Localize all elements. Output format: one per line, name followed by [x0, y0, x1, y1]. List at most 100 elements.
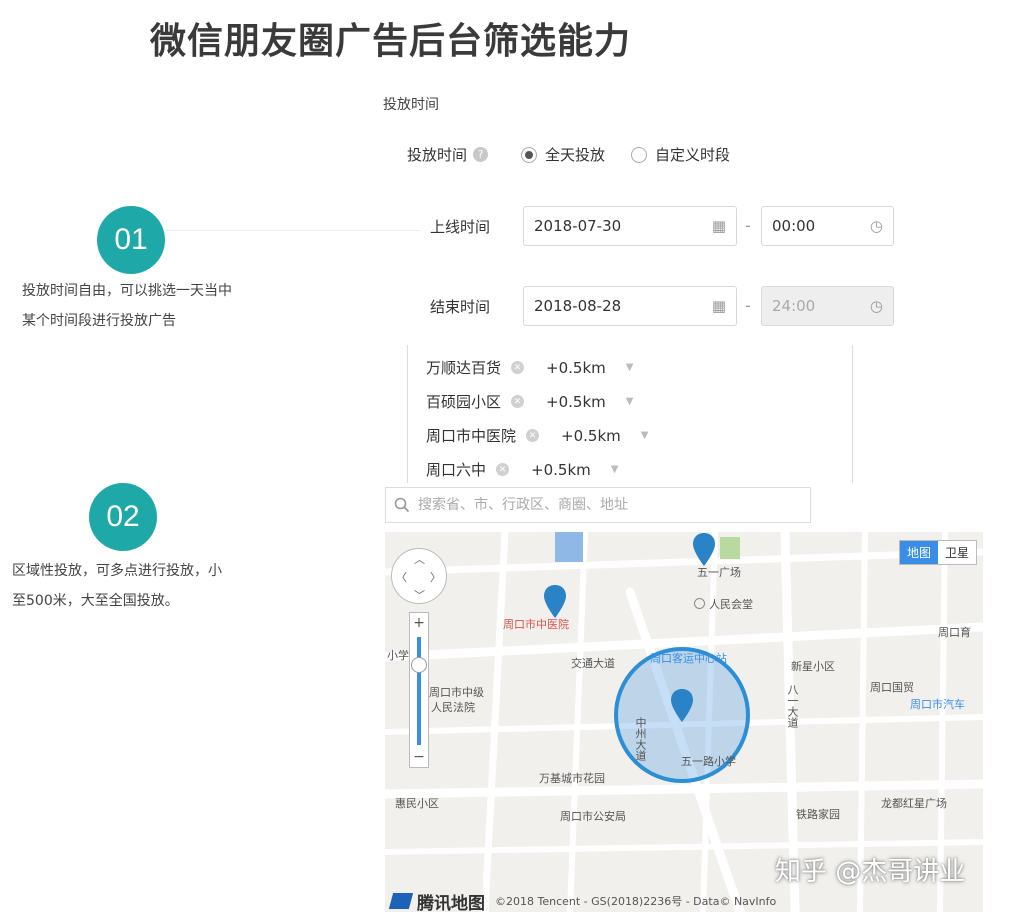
- location-radius: +0.5km: [546, 358, 606, 377]
- radio-unchecked-icon: [631, 146, 648, 163]
- start-time-input[interactable]: 00:00 ◷: [761, 206, 894, 246]
- pan-control[interactable]: ︿ 〈 〉 ﹀: [391, 548, 447, 604]
- start-date-input[interactable]: 2018-07-30 ▦: [523, 206, 737, 246]
- range-separator: -: [745, 296, 751, 315]
- end-date-input[interactable]: 2018-08-28 ▦: [523, 286, 737, 326]
- step-02-badge: 02: [89, 483, 157, 551]
- clear-icon[interactable]: ✕: [511, 395, 525, 408]
- radio-checked-icon: [521, 146, 538, 163]
- page-title: 微信朋友圈广告后台筛选能力: [150, 21, 632, 62]
- map-brand: 腾讯地图: [417, 893, 485, 912]
- map-type-toggle: 地图 卫星: [898, 540, 977, 565]
- map-type-map[interactable]: 地图: [899, 541, 938, 564]
- zoom-track[interactable]: [417, 637, 421, 745]
- step-02-desc-line2: 至500米，大至全国投放。: [12, 593, 179, 609]
- chevron-down-icon[interactable]: ▼: [641, 430, 649, 441]
- search-icon: [394, 497, 410, 513]
- end-date-value: 2018-08-28: [534, 297, 622, 315]
- step-01-desc-line1: 投放时间自由，可以挑选一天当中: [22, 283, 232, 299]
- radio-custom[interactable]: 自定义时段: [631, 144, 730, 165]
- chevron-down-icon[interactable]: ▼: [626, 396, 634, 407]
- calendar-icon: ▦: [711, 297, 726, 315]
- section-label: 投放时间: [383, 97, 439, 113]
- help-icon[interactable]: ?: [473, 147, 489, 162]
- poi-label[interactable]: 万基城市花园: [539, 770, 605, 786]
- location-list: 万顺达百货 ✕ +0.5km ▼ 百硕园小区 ✕ +0.5km ▼ 周口市中医院…: [407, 345, 853, 483]
- map-search-input[interactable]: [418, 497, 798, 513]
- location-radius: +0.5km: [546, 392, 606, 411]
- location-item[interactable]: 万顺达百货 ✕ +0.5km ▼: [426, 357, 633, 378]
- clear-icon[interactable]: ✕: [496, 463, 510, 476]
- start-time-value: 00:00: [772, 217, 816, 235]
- location-radius: +0.5km: [561, 426, 621, 445]
- poi-label[interactable]: 小学: [387, 647, 409, 663]
- step-01-desc: 投放时间自由，可以挑选一天当中 某个时间段进行投放广告: [22, 276, 232, 336]
- poi-label[interactable]: 周口市汽车: [910, 696, 965, 712]
- chevron-down-icon[interactable]: ▼: [626, 362, 634, 373]
- chevron-up-icon[interactable]: ︿: [414, 551, 425, 567]
- poi-label[interactable]: 惠民小区: [395, 795, 439, 811]
- poi-label[interactable]: 八一大道: [784, 684, 800, 728]
- tencent-map-logo: 腾讯地图: [388, 889, 485, 912]
- radio-all-day[interactable]: 全天投放: [521, 144, 605, 165]
- watermark: 知乎 @杰哥讲业: [775, 857, 966, 887]
- zoom-in-icon[interactable]: +: [410, 615, 428, 631]
- location-name: 万顺达百货: [426, 359, 502, 377]
- map-type-satellite[interactable]: 卫星: [938, 541, 976, 564]
- divider: [165, 230, 420, 231]
- location-item[interactable]: 百硕园小区 ✕ +0.5km ▼: [426, 391, 633, 412]
- zoom-control[interactable]: + −: [409, 612, 429, 768]
- schedule-label: 投放时间: [407, 146, 468, 164]
- range-separator: -: [745, 216, 751, 235]
- clear-icon[interactable]: ✕: [511, 361, 525, 374]
- step-01-badge: 01: [97, 206, 165, 274]
- start-date-value: 2018-07-30: [534, 217, 622, 235]
- location-name: 周口市中医院: [426, 427, 517, 445]
- poi-label[interactable]: 周口国贸: [870, 679, 914, 695]
- zoom-out-icon[interactable]: −: [410, 749, 428, 765]
- schedule-row: 投放时间 ? 全天投放 自定义时段: [407, 144, 730, 165]
- map-marker-icon[interactable]: [691, 532, 717, 568]
- poi-label[interactable]: 交通大道: [571, 655, 615, 671]
- map-attribution: ©2018 Tencent - GS(2018)2236号 - Data© Na…: [495, 895, 777, 908]
- poi-label[interactable]: 周口市公安局: [560, 808, 626, 824]
- poi-label[interactable]: 周口育: [938, 624, 971, 640]
- radio-custom-label: 自定义时段: [655, 146, 731, 164]
- chevron-right-icon[interactable]: 〉: [430, 569, 441, 585]
- poi-label[interactable]: 龙都红星广场: [881, 795, 947, 811]
- clear-icon[interactable]: ✕: [526, 429, 540, 442]
- radio-all-day-label: 全天投放: [545, 146, 606, 164]
- tencent-map-logo-icon: [388, 893, 414, 909]
- poi-label[interactable]: 五一路小学: [681, 753, 736, 769]
- poi-label[interactable]: 周口客运中心站: [650, 650, 727, 666]
- poi-label[interactable]: 铁路家园: [796, 806, 840, 822]
- map-marker-icon[interactable]: [669, 688, 695, 724]
- map-search-bar: [385, 487, 811, 523]
- location-item[interactable]: 周口六中 ✕ +0.5km ▼: [426, 459, 618, 480]
- step-02-desc: 区域性投放，可多点进行投放，小 至500米，大至全国投放。: [12, 556, 222, 616]
- end-time-value: 24:00: [772, 297, 816, 315]
- calendar-icon: ▦: [711, 217, 726, 235]
- step-02-desc-line1: 区域性投放，可多点进行投放，小: [12, 563, 222, 579]
- map-marker-icon[interactable]: [542, 584, 568, 620]
- location-name: 周口六中: [426, 461, 487, 479]
- zoom-slider-handle[interactable]: [411, 657, 427, 673]
- chevron-left-icon[interactable]: 〈: [396, 569, 407, 585]
- location-item[interactable]: 周口市中医院 ✕ +0.5km ▼: [426, 425, 648, 446]
- end-label: 结束时间: [430, 298, 491, 316]
- poi-label[interactable]: 人民会堂: [709, 596, 753, 612]
- chevron-down-icon[interactable]: ▼: [611, 464, 619, 475]
- poi-label[interactable]: 新星小区: [791, 658, 835, 674]
- end-time-input: 24:00 ◷: [761, 286, 894, 326]
- step-01-desc-line2: 某个时间段进行投放广告: [22, 313, 176, 329]
- location-radius: +0.5km: [531, 460, 591, 479]
- clock-icon: ◷: [869, 297, 883, 315]
- poi-icon: [694, 598, 705, 609]
- poi-label[interactable]: 人民法院: [431, 699, 475, 715]
- poi-label[interactable]: 周口市中级: [429, 684, 484, 700]
- clock-icon: ◷: [869, 217, 883, 235]
- chevron-down-icon[interactable]: ﹀: [414, 587, 425, 603]
- poi-label[interactable]: 中州大道: [632, 717, 648, 761]
- start-label: 上线时间: [430, 218, 491, 236]
- location-name: 百硕园小区: [426, 393, 502, 411]
